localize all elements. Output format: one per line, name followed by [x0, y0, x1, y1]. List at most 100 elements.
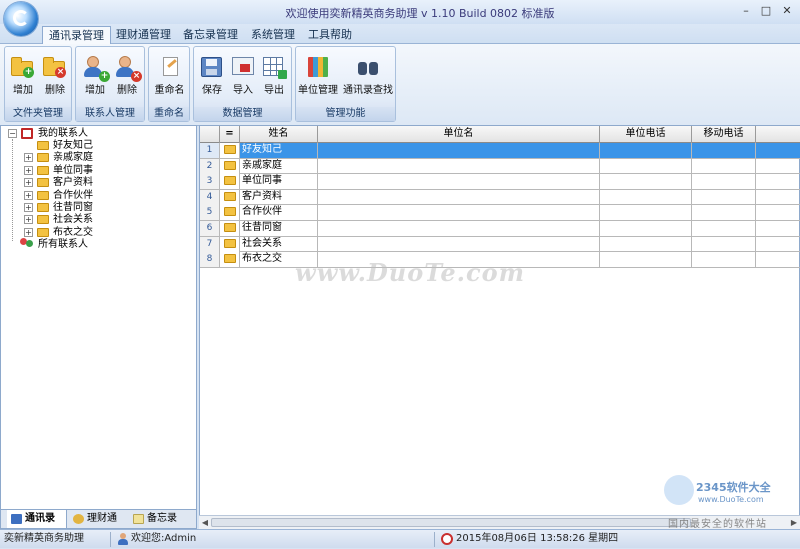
row-number[interactable]: 4 — [200, 189, 220, 205]
expand-icon[interactable]: + — [24, 153, 33, 163]
row-unit[interactable] — [318, 143, 600, 158]
tab-system[interactable]: 系统管理 — [245, 26, 301, 44]
row-uphone[interactable] — [600, 252, 692, 268]
row-name[interactable]: 社会关系 — [240, 236, 318, 252]
tree-item[interactable]: 客户资料 — [53, 177, 93, 189]
header-mobile[interactable]: 移动电话 — [692, 126, 756, 143]
row-number[interactable]: 6 — [200, 221, 220, 236]
tree-item[interactable]: 好友知己 — [53, 140, 93, 152]
unit-manage-button[interactable]: 单位管理 — [298, 53, 338, 99]
row-folder-cell[interactable] — [220, 236, 240, 252]
table-row[interactable]: 7 社会关系 — [200, 236, 800, 253]
tree-item[interactable]: 往昔同窗 — [53, 202, 93, 214]
row-mobile[interactable] — [692, 158, 756, 174]
expand-icon[interactable]: + — [24, 203, 33, 212]
tree-item[interactable]: 亲戚家庭 — [53, 152, 93, 164]
row-mobile[interactable] — [692, 252, 756, 268]
row-extra[interactable] — [756, 143, 800, 158]
tree-all-contacts[interactable]: 所有联系人 — [38, 239, 88, 251]
header-icon-col[interactable]: = — [220, 126, 240, 143]
scroll-left-icon[interactable]: ◀ — [199, 516, 211, 529]
table-row[interactable]: 3 单位同事 — [200, 174, 800, 190]
row-uphone[interactable] — [600, 221, 692, 236]
contact-add-button[interactable]: + 增加 — [80, 53, 110, 99]
tab-finance[interactable]: 理财通管理 — [110, 26, 177, 44]
table-row[interactable]: 1 好友知己 — [200, 143, 800, 159]
save-button[interactable]: 保存 — [197, 53, 227, 99]
tree-item[interactable]: 社会关系 — [53, 214, 93, 226]
row-folder-cell[interactable] — [220, 189, 240, 205]
tree-item[interactable]: 合作伙伴 — [53, 190, 93, 202]
table-row[interactable]: 2 亲戚家庭 — [200, 158, 800, 175]
row-uphone[interactable] — [600, 143, 692, 158]
minimize-button[interactable]: – — [737, 3, 755, 19]
rename-button[interactable]: 重命名 — [152, 53, 187, 99]
folder-delete-button[interactable]: × 删除 — [41, 53, 69, 99]
row-unit[interactable] — [318, 205, 600, 221]
row-number[interactable]: 1 — [200, 143, 220, 158]
import-button[interactable]: 导入 — [228, 53, 258, 99]
left-tab-memo[interactable]: 备忘录 — [129, 510, 189, 528]
row-unit[interactable] — [318, 158, 600, 174]
row-extra[interactable] — [756, 174, 800, 189]
row-name[interactable]: 亲戚家庭 — [240, 158, 318, 174]
row-extra[interactable] — [756, 205, 800, 220]
row-uphone[interactable] — [600, 189, 692, 205]
expand-icon[interactable]: + — [24, 227, 33, 237]
table-row[interactable]: 5 合作伙伴 — [200, 205, 800, 221]
row-uphone[interactable] — [600, 174, 692, 190]
row-mobile[interactable] — [692, 221, 756, 236]
row-folder-cell[interactable] — [220, 205, 240, 221]
row-mobile[interactable] — [692, 236, 756, 252]
row-folder-cell[interactable] — [220, 252, 240, 268]
row-name[interactable]: 单位同事 — [240, 174, 318, 190]
row-number[interactable]: 2 — [200, 158, 220, 174]
row-folder-cell[interactable] — [220, 158, 240, 174]
header-unit[interactable]: 单位名 — [318, 126, 600, 143]
row-mobile[interactable] — [692, 143, 756, 158]
table-row[interactable]: 4 客户资料 — [200, 189, 800, 206]
tree-item[interactable]: 单位同事 — [53, 165, 93, 177]
contact-search-button[interactable]: 通讯录查找 — [341, 53, 395, 99]
maximize-button[interactable]: □ — [757, 3, 775, 19]
row-uphone[interactable] — [600, 158, 692, 174]
row-number[interactable]: 5 — [200, 205, 220, 221]
tree-root[interactable]: 我的联系人 — [38, 128, 88, 140]
row-name[interactable]: 好友知己 — [240, 143, 318, 158]
tab-help[interactable]: 工具帮助 — [302, 26, 358, 44]
row-name[interactable]: 往昔同窗 — [240, 221, 318, 236]
row-folder-cell[interactable] — [220, 143, 240, 158]
row-number[interactable]: 8 — [200, 252, 220, 268]
row-uphone[interactable] — [600, 236, 692, 252]
row-folder-cell[interactable] — [220, 221, 240, 236]
row-unit[interactable] — [318, 221, 600, 236]
row-mobile[interactable] — [692, 174, 756, 190]
table-row[interactable]: 6 往昔同窗 — [200, 221, 800, 237]
row-extra[interactable] — [756, 190, 800, 205]
close-button[interactable]: ✕ — [778, 3, 796, 19]
row-mobile[interactable] — [692, 189, 756, 205]
row-mobile[interactable] — [692, 205, 756, 221]
tree-item[interactable]: 布衣之交 — [53, 227, 93, 239]
app-logo-icon[interactable] — [4, 2, 38, 36]
row-uphone[interactable] — [600, 205, 692, 221]
header-name[interactable]: 姓名 — [240, 126, 318, 143]
scroll-thumb[interactable] — [211, 518, 691, 527]
row-unit[interactable] — [318, 236, 600, 252]
row-number[interactable]: 7 — [200, 236, 220, 252]
tab-memo[interactable]: 备忘录管理 — [177, 26, 244, 44]
row-unit[interactable] — [318, 174, 600, 190]
folder-add-button[interactable]: + 增加 — [9, 53, 37, 99]
left-tab-contacts[interactable]: 通讯录 — [7, 510, 67, 528]
tab-contacts[interactable]: 通讯录管理 — [42, 26, 111, 45]
expand-icon[interactable]: + — [24, 190, 33, 200]
expand-icon[interactable]: + — [24, 165, 33, 175]
collapse-icon[interactable]: − — [8, 129, 17, 138]
row-extra[interactable] — [756, 252, 800, 267]
expand-icon[interactable]: + — [24, 215, 33, 225]
row-folder-cell[interactable] — [220, 174, 240, 190]
row-extra[interactable] — [756, 159, 800, 174]
row-extra[interactable] — [756, 237, 800, 252]
left-tab-finance[interactable]: 理财通 — [69, 510, 127, 528]
contact-delete-button[interactable]: × 删除 — [112, 53, 142, 99]
